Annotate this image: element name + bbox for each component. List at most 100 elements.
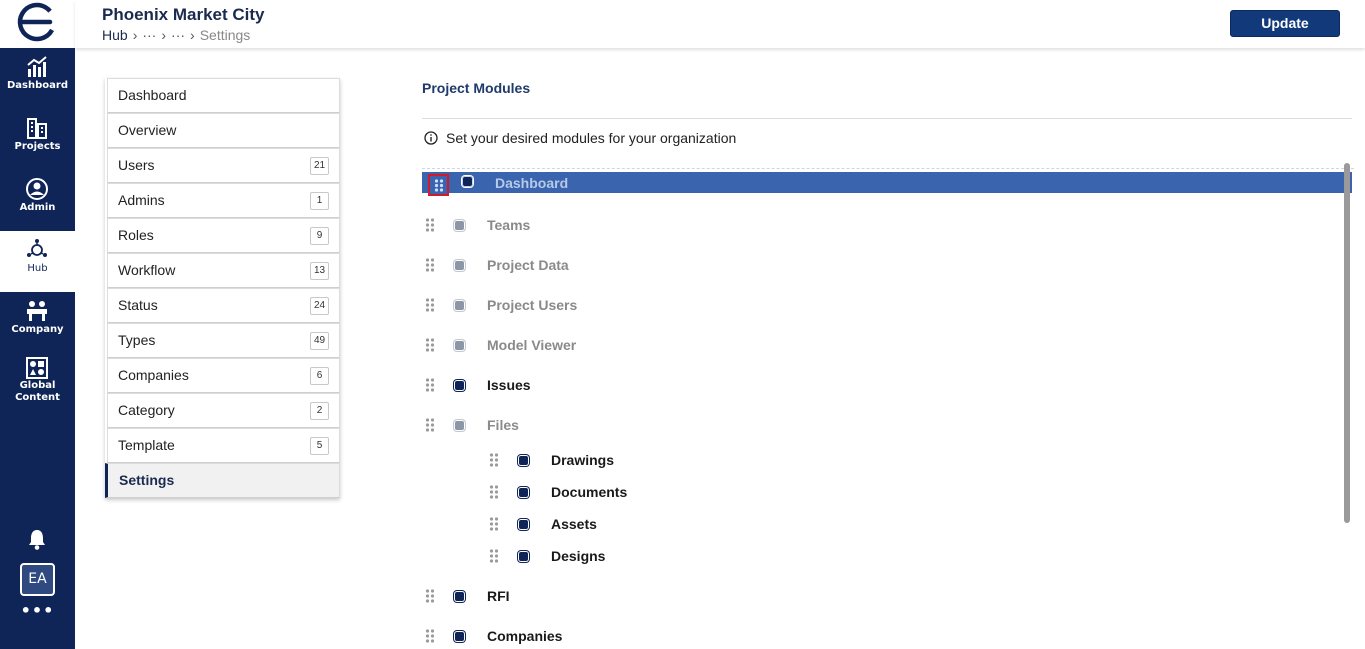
breadcrumb-hub[interactable]: Hub (102, 27, 128, 43)
menu-item-roles[interactable]: Roles 9 (107, 218, 340, 253)
menu-item-label: Status (118, 297, 158, 313)
module-checkbox[interactable] (454, 260, 465, 271)
menu-item-companies[interactable]: Companies 6 (107, 358, 340, 393)
drag-handle-icon (434, 179, 444, 192)
drag-handle-icon[interactable] (425, 628, 435, 644)
module-list: Dashboard Teams Project Data Project Use… (422, 168, 1354, 649)
module-checkbox[interactable] (454, 220, 465, 231)
module-checkbox[interactable] (454, 380, 465, 391)
module-label: Model Viewer (487, 337, 577, 353)
rail-item-global-content[interactable]: Global Content (0, 353, 75, 411)
drag-handle[interactable] (428, 174, 449, 196)
module-row-documents[interactable]: Documents (422, 480, 1352, 504)
menu-item-label: Template (118, 437, 175, 453)
count-badge: 1 (310, 192, 329, 210)
count-badge: 5 (310, 437, 329, 455)
count-badge: 21 (310, 157, 329, 175)
menu-item-label: Dashboard (118, 87, 187, 103)
menu-item-types[interactable]: Types 49 (107, 323, 340, 358)
drag-handle-icon[interactable] (489, 484, 499, 500)
breadcrumb-current: Settings (199, 27, 251, 43)
module-label: Teams (487, 217, 531, 233)
menu-item-template[interactable]: Template 5 (107, 428, 340, 463)
menu-item-label: Admins (118, 192, 165, 208)
count-badge: 6 (310, 367, 329, 385)
logo-icon (17, 2, 57, 42)
module-checkbox[interactable] (454, 420, 465, 431)
module-row-assets[interactable]: Assets (422, 512, 1352, 536)
drag-handle-icon[interactable] (425, 217, 435, 233)
rail-item-company[interactable]: Company (0, 292, 75, 353)
module-label: Assets (551, 516, 597, 532)
menu-item-settings[interactable]: Settings (105, 463, 340, 498)
menu-item-dashboard[interactable]: Dashboard (107, 78, 340, 113)
more-icon[interactable]: ••• (0, 603, 75, 619)
module-checkbox[interactable] (454, 631, 465, 642)
menu-item-category[interactable]: Category 2 (107, 393, 340, 428)
rail-item-dashboard[interactable]: Dashboard (0, 48, 75, 109)
chevron-right-icon: › (190, 27, 195, 43)
drag-handle-icon[interactable] (425, 588, 435, 604)
info-icon (424, 131, 438, 145)
drag-handle-icon[interactable] (489, 452, 499, 468)
rail-item-hub[interactable]: Hub (0, 231, 75, 292)
company-icon (27, 301, 47, 321)
rail-item-admin[interactable]: Admin (0, 170, 75, 231)
drag-handle-icon[interactable] (425, 337, 435, 353)
module-row-model-viewer[interactable]: Model Viewer (422, 333, 1352, 357)
drag-handle-icon[interactable] (425, 257, 435, 273)
menu-item-admins[interactable]: Admins 1 (107, 183, 340, 218)
global-content-icon (26, 357, 48, 379)
menu-item-overview[interactable]: Overview (107, 113, 340, 148)
module-checkbox[interactable] (462, 176, 473, 187)
module-row-companies[interactable]: Companies (422, 624, 1352, 648)
menu-item-users[interactable]: Users 21 (107, 148, 340, 183)
module-row-dashboard[interactable]: Dashboard (422, 172, 1352, 196)
count-badge: 9 (310, 227, 329, 245)
menu-item-label: Companies (118, 367, 189, 383)
app-logo[interactable] (0, 0, 75, 48)
chevron-right-icon: › (161, 27, 167, 43)
module-row-rfi[interactable]: RFI (422, 584, 1352, 608)
top-header: Phoenix Market City Hub › ··· › ··· › Settings… (75, 0, 1365, 48)
rail-item-projects[interactable]: Projects (0, 109, 75, 170)
update-button[interactable]: Update (1230, 10, 1340, 37)
section-title: Project Modules (422, 80, 531, 96)
avatar[interactable]: EA (20, 563, 55, 596)
breadcrumb-ellipsis[interactable]: ··· (171, 27, 185, 43)
menu-item-workflow[interactable]: Workflow 13 (107, 253, 340, 288)
module-checkbox[interactable] (454, 591, 465, 602)
module-label: Designs (551, 548, 606, 564)
menu-item-label: Category (118, 402, 175, 418)
breadcrumb-ellipsis[interactable]: ··· (142, 27, 156, 43)
drag-handle-icon[interactable] (425, 377, 435, 393)
buildings-icon (27, 118, 47, 139)
page-title: Phoenix Market City (102, 5, 265, 24)
module-row-project-users[interactable]: Project Users (422, 293, 1352, 317)
settings-menu: Dashboard Overview Users 21 Admins 1 Roles… (105, 78, 340, 498)
module-row-project-data[interactable]: Project Data (422, 253, 1352, 277)
module-checkbox[interactable] (518, 455, 529, 466)
module-checkbox[interactable] (454, 340, 465, 351)
count-badge: 49 (310, 332, 329, 350)
module-row-files[interactable]: Files (422, 413, 1352, 437)
drag-handle-icon[interactable] (425, 297, 435, 313)
module-checkbox[interactable] (518, 487, 529, 498)
drag-handle-icon[interactable] (489, 548, 499, 564)
module-label: Dashboard (495, 175, 569, 191)
chart-icon (27, 56, 47, 77)
module-row-designs[interactable]: Designs (422, 544, 1352, 568)
bell-icon[interactable] (27, 528, 47, 550)
module-row-issues[interactable]: Issues (422, 373, 1352, 397)
rail-label: Global Content (15, 380, 60, 403)
module-row-drawings[interactable]: Drawings (422, 448, 1352, 472)
module-label: Project Data (487, 257, 569, 273)
drag-handle-icon[interactable] (425, 417, 435, 433)
module-checkbox[interactable] (518, 519, 529, 530)
module-checkbox[interactable] (518, 551, 529, 562)
module-checkbox[interactable] (454, 300, 465, 311)
module-row-teams[interactable]: Teams (422, 213, 1352, 237)
drag-handle-icon[interactable] (489, 516, 499, 532)
menu-item-status[interactable]: Status 24 (107, 288, 340, 323)
scrollbar[interactable] (1344, 163, 1350, 523)
